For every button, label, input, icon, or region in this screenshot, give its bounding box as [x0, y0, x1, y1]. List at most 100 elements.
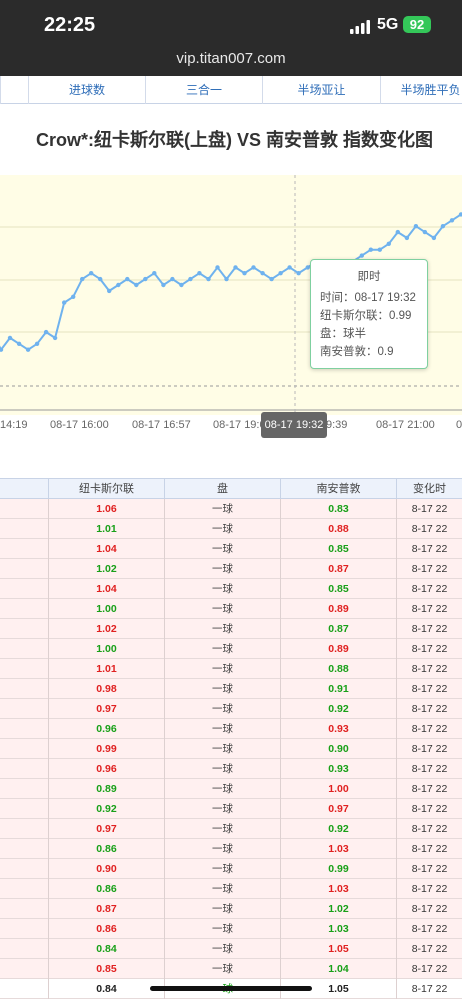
signal-icon	[350, 20, 370, 34]
data-point	[52, 335, 58, 341]
cell-index	[0, 539, 48, 559]
data-point	[296, 271, 301, 276]
cell-index	[0, 679, 48, 699]
cell-away-odds: 0.92	[280, 819, 396, 839]
cell-away-odds: 0.89	[280, 599, 396, 619]
cell-home-odds: 1.01	[48, 659, 164, 679]
cell-change-time: 8-17 22	[396, 959, 462, 979]
tab-partial[interactable]	[0, 76, 28, 104]
cell-index	[0, 939, 48, 959]
table-row: 1.00 一球 0.89 8-17 22	[0, 599, 462, 619]
cell-handicap: 一球	[164, 519, 280, 539]
header-col-0	[0, 479, 48, 500]
table-row: 1.00 一球 0.89 8-17 22	[0, 639, 462, 659]
table-row: 1.06 一球 0.83 8-17 22	[0, 499, 462, 519]
cell-change-time: 8-17 22	[396, 659, 462, 679]
data-point	[224, 276, 229, 282]
data-point	[377, 247, 382, 252]
cell-handicap: 一球	[164, 559, 280, 579]
cell-away-odds: 0.83	[280, 499, 396, 519]
cell-away-odds: 0.85	[280, 579, 396, 599]
cell-home-odds: 1.04	[48, 539, 164, 559]
cell-home-odds: 1.02	[48, 619, 164, 639]
cell-handicap: 一球	[164, 819, 280, 839]
cell-home-odds: 0.84	[48, 979, 164, 999]
data-point	[43, 329, 49, 335]
cell-handicap: 一球	[164, 959, 280, 979]
tooltip-title: 即时	[357, 271, 381, 283]
header-time: 变化时	[396, 479, 462, 500]
cell-home-odds: 0.84	[48, 939, 164, 959]
cell-handicap: 一球	[164, 839, 280, 859]
x-tick: 08-17 16:00	[50, 419, 109, 431]
cell-index	[0, 959, 48, 979]
cell-handicap: 一球	[164, 619, 280, 639]
cell-away-odds: 0.92	[280, 699, 396, 719]
cell-index	[0, 639, 48, 659]
cell-change-time: 8-17 22	[396, 879, 462, 899]
cell-home-odds: 1.02	[48, 559, 164, 579]
cell-index	[0, 719, 48, 739]
data-point	[179, 282, 184, 288]
data-point	[449, 218, 455, 223]
cell-home-odds: 1.01	[48, 519, 164, 539]
cell-index	[0, 819, 48, 839]
data-point	[413, 224, 419, 229]
cell-away-odds: 0.93	[280, 719, 396, 739]
cell-away-odds: 1.03	[280, 879, 396, 899]
cell-index	[0, 739, 48, 759]
data-point	[25, 347, 31, 352]
cell-away-odds: 1.02	[280, 899, 396, 919]
data-point	[404, 235, 410, 241]
cell-change-time: 8-17 22	[396, 679, 462, 699]
tab-goals[interactable]: 进球数	[28, 76, 145, 104]
battery-icon: 92	[403, 16, 431, 33]
data-point	[34, 341, 40, 346]
cell-away-odds: 0.85	[280, 539, 396, 559]
url-text: vip.titan007.com	[176, 50, 286, 67]
cell-handicap: 一球	[164, 919, 280, 939]
table-row: 1.01 一球 0.88 8-17 22	[0, 659, 462, 679]
data-point	[206, 276, 211, 282]
cell-home-odds: 1.00	[48, 599, 164, 619]
tab-half-1x2[interactable]: 半场胜平负	[380, 76, 462, 104]
data-point	[143, 276, 148, 282]
cell-home-odds: 0.99	[48, 739, 164, 759]
cell-change-time: 8-17 22	[396, 519, 462, 539]
data-point	[251, 265, 256, 270]
table-row: 0.97 一球 0.92 8-17 22	[0, 699, 462, 719]
cell-handicap: 一球	[164, 719, 280, 739]
data-point	[215, 265, 220, 270]
cell-handicap: 一球	[164, 799, 280, 819]
home-indicator[interactable]	[150, 986, 312, 991]
data-point	[7, 335, 13, 341]
x-tick: 0	[456, 419, 462, 431]
cell-away-odds: 0.87	[280, 559, 396, 579]
cell-change-time: 8-17 22	[396, 799, 462, 819]
cell-change-time: 8-17 22	[396, 719, 462, 739]
data-point	[197, 271, 202, 276]
cell-home-odds: 0.90	[48, 859, 164, 879]
cell-change-time: 8-17 22	[396, 899, 462, 919]
cell-away-odds: 0.89	[280, 639, 396, 659]
status-bar: 22:25 5G 92	[0, 0, 462, 48]
address-bar[interactable]: vip.titan007.com	[0, 48, 462, 76]
cell-index	[0, 919, 48, 939]
tooltip-time: 时间：08-17 19:32	[320, 292, 416, 304]
cell-change-time: 8-17 22	[396, 499, 462, 519]
table-row: 1.04 一球 0.85 8-17 22	[0, 539, 462, 559]
data-point	[161, 282, 166, 288]
data-point	[233, 265, 238, 270]
cell-home-odds: 1.06	[48, 499, 164, 519]
cell-index	[0, 839, 48, 859]
cell-change-time: 8-17 22	[396, 819, 462, 839]
tab-three-in-one[interactable]: 三合一	[145, 76, 262, 104]
tab-half-asian[interactable]: 半场亚让	[262, 76, 380, 104]
table-row: 1.01 一球 0.88 8-17 22	[0, 519, 462, 539]
cell-index	[0, 979, 48, 999]
cell-handicap: 一球	[164, 699, 280, 719]
table-row: 0.84一球1.058-17 22	[0, 939, 462, 959]
cell-change-time: 8-17 22	[396, 639, 462, 659]
cell-home-odds: 0.97	[48, 819, 164, 839]
cell-change-time: 8-17 22	[396, 559, 462, 579]
